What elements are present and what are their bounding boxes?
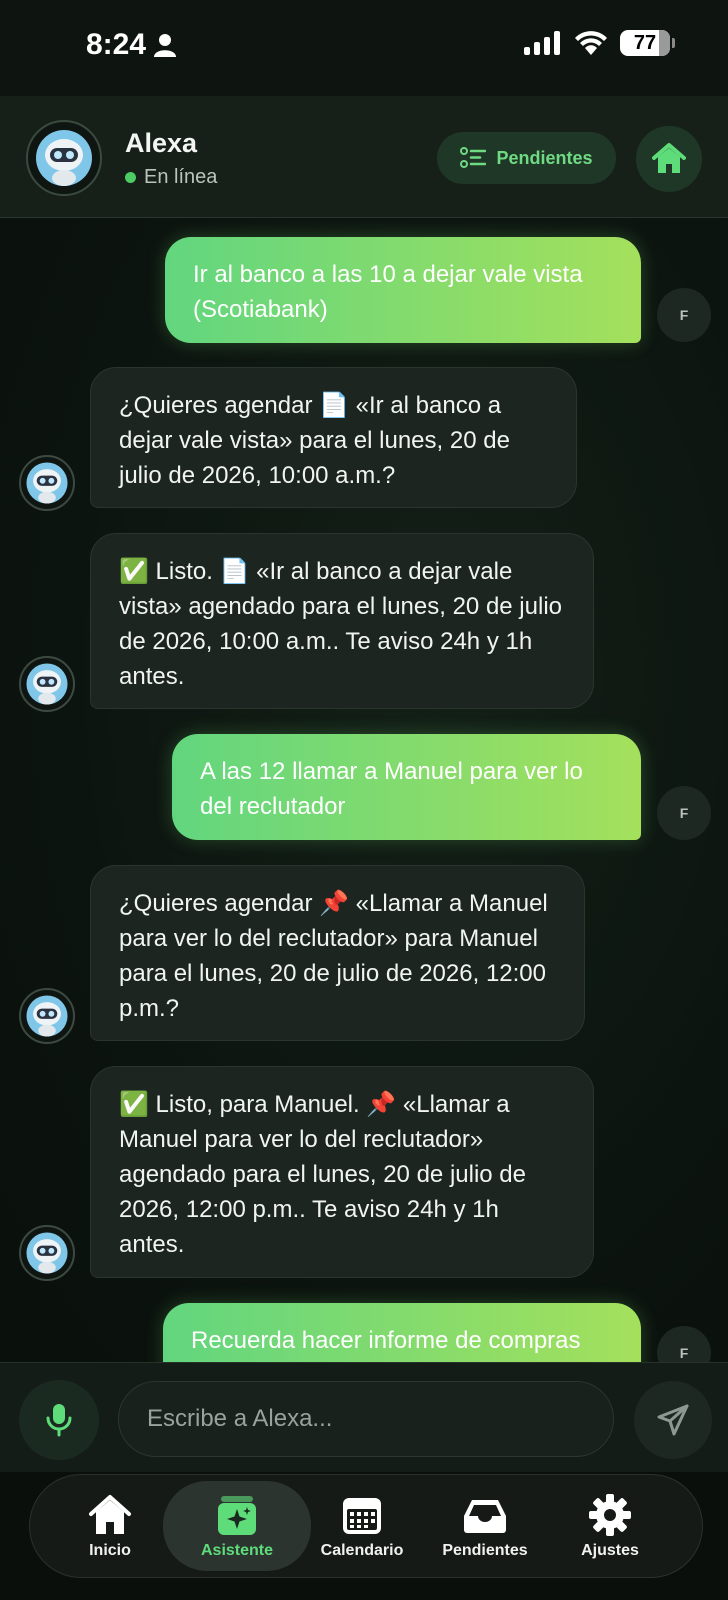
user-avatar-initial: F — [679, 307, 689, 323]
bot-message: ✅ Listo. 📄 «Ir al banco a dejar vale vis… — [90, 533, 594, 709]
wifi-icon — [575, 31, 607, 55]
tab-pendientes[interactable]: Pendientes — [430, 1481, 540, 1571]
message-text: Recuerda hacer informe de compras — [191, 1327, 581, 1354]
home-icon — [89, 1495, 131, 1534]
status-bar: 8:24 77 — [0, 0, 728, 96]
chat-header: Alexa En línea Pendientes — [0, 96, 728, 218]
tab-ajustes[interactable]: Ajustes — [560, 1481, 660, 1571]
bot-avatar — [19, 1225, 75, 1281]
message-composer — [0, 1362, 728, 1472]
home-icon — [652, 143, 686, 173]
tab-label: Calendario — [320, 1542, 404, 1559]
microphone-icon — [46, 1404, 72, 1437]
message-input[interactable] — [118, 1381, 614, 1457]
bot-message: ¿Quieres agendar 📄 «Ir al banco a dejar … — [90, 367, 577, 508]
bot-avatar — [19, 455, 75, 511]
user-message: A las 12 llamar a Manuel para ver lo del… — [172, 734, 641, 840]
person-icon — [154, 34, 177, 57]
robot-icon — [26, 1232, 68, 1274]
message-text: ¿Quieres agendar 📄 «Ir al banco a dejar … — [119, 392, 510, 489]
tab-bar-container: Inicio Asistente Calendario Pendientes A… — [0, 1472, 728, 1600]
user-avatar: F — [657, 786, 711, 840]
robot-icon — [26, 663, 68, 705]
user-message: Recuerda hacer informe de compras — [163, 1303, 641, 1362]
bot-message: ✅ Listo, para Manuel. 📌 «Llamar a Manuel… — [90, 1066, 594, 1278]
clock-text: 8:24 — [86, 28, 147, 61]
tab-label: Ajustes — [581, 1542, 639, 1559]
user-message: Ir al banco a las 10 a dejar vale vista … — [165, 237, 641, 343]
clock: 8:24 — [86, 28, 177, 62]
status-indicators: 77 — [524, 30, 675, 56]
inbox-icon — [464, 1500, 506, 1533]
bot-avatar — [19, 988, 75, 1044]
robot-icon — [26, 995, 68, 1037]
message-text: ✅ Listo. 📄 «Ir al banco a dejar vale vis… — [119, 558, 562, 690]
user-avatar: F — [657, 1326, 711, 1362]
tab-asistente[interactable]: Asistente — [163, 1481, 311, 1571]
robot-icon — [26, 462, 68, 504]
gear-icon — [589, 1494, 631, 1536]
bot-avatar — [19, 656, 75, 712]
message-text: ✅ Listo, para Manuel. 📌 «Llamar a Manuel… — [119, 1091, 526, 1258]
send-icon — [657, 1404, 689, 1436]
chat-messages[interactable]: Ir al banco a las 10 a dejar vale vista … — [0, 218, 728, 1362]
tab-bar: Inicio Asistente Calendario Pendientes A… — [29, 1474, 703, 1578]
pending-button-label: Pendientes — [496, 147, 593, 168]
user-avatar-initial: F — [679, 1345, 689, 1361]
user-avatar: F — [657, 288, 711, 342]
online-status: En línea — [125, 166, 217, 189]
send-button[interactable] — [634, 1381, 712, 1459]
assistant-avatar[interactable] — [26, 120, 102, 196]
message-text: ¿Quieres agendar 📌 «Llamar a Manuel para… — [119, 890, 548, 1022]
bot-message: ¿Quieres agendar 📌 «Llamar a Manuel para… — [90, 865, 585, 1041]
assistant-icon — [218, 1496, 256, 1535]
tab-calendario[interactable]: Calendario — [312, 1481, 412, 1571]
microphone-button[interactable] — [19, 1380, 99, 1460]
calendar-icon — [343, 1498, 381, 1534]
robot-icon — [36, 130, 92, 186]
tab-label: Asistente — [200, 1542, 274, 1559]
online-dot — [125, 172, 136, 183]
tab-inicio[interactable]: Inicio — [60, 1481, 160, 1571]
assistant-name: Alexa — [125, 128, 198, 158]
checklist-icon — [460, 147, 487, 168]
tab-label: Inicio — [89, 1542, 131, 1559]
online-status-text: En línea — [144, 166, 218, 188]
tab-label: Pendientes — [442, 1542, 528, 1559]
pending-button[interactable]: Pendientes — [437, 132, 616, 184]
home-button[interactable] — [636, 126, 702, 192]
message-text: A las 12 llamar a Manuel para ver lo del… — [200, 758, 583, 820]
signal-icon — [524, 31, 560, 55]
battery-icon: 77 — [620, 30, 675, 56]
message-text: Ir al banco a las 10 a dejar vale vista … — [193, 261, 583, 323]
battery-level: 77 — [633, 31, 657, 54]
user-avatar-initial: F — [679, 805, 689, 821]
